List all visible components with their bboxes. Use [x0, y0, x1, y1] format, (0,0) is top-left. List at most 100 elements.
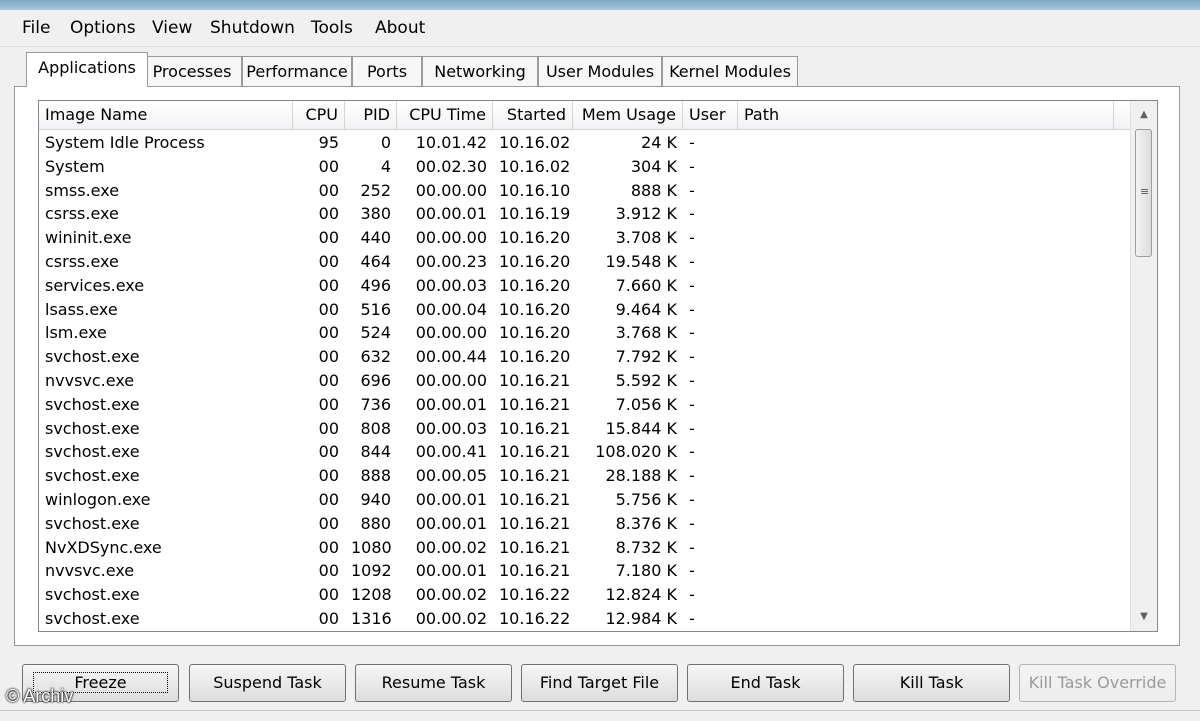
suspend-task-button[interactable]: Suspend Task: [189, 664, 346, 702]
menu-shutdown[interactable]: Shutdown: [210, 18, 295, 38]
cell-user: -: [689, 442, 695, 462]
tab-applications[interactable]: Applications: [26, 52, 148, 87]
action-buttons: Freeze Suspend Task Resume Task Find Tar…: [0, 664, 1200, 704]
cell-cpu-time: 00.00.01: [415, 513, 487, 533]
cell-cpu: 00: [318, 394, 339, 414]
table-row[interactable]: csrss.exe 00 380 00.00.01 10.16.19 3.912 K-: [39, 202, 1133, 226]
table-row[interactable]: svchost.exe 00 880 00.00.01 10.16.21 8.376 K-: [39, 512, 1133, 536]
cell-cpu-time: 00.00.00: [415, 323, 487, 343]
cell-image-name: csrss.exe: [45, 251, 119, 271]
table-row[interactable]: NvXDSync.exe 00 1080 00.00.02 10.16.21 8.732 …: [39, 536, 1133, 560]
table-row[interactable]: svchost.exe 00 1316 00.00.02 10.16.22 12.984 …: [39, 607, 1133, 631]
end-task-button[interactable]: End Task: [687, 664, 844, 702]
table-row[interactable]: svchost.exe 00 1208 00.00.02 10.16.22 12.824 …: [39, 583, 1133, 607]
menu-file[interactable]: File: [22, 18, 50, 38]
cell-cpu-time: 00.02.30: [415, 156, 487, 176]
table-row[interactable]: winlogon.exe 00 940 00.00.01 10.16.21 5.756 K…: [39, 488, 1133, 512]
cell-mem-usage: 3.912 K: [615, 204, 677, 224]
column-image-name[interactable]: Image Name: [39, 101, 293, 129]
kill-task-button[interactable]: Kill Task: [853, 664, 1010, 702]
tab-user-modules[interactable]: User Modules: [538, 56, 662, 86]
cell-user: -: [689, 180, 695, 200]
find-target-file-button[interactable]: Find Target File: [521, 664, 678, 702]
vertical-scrollbar[interactable]: ▲ ≡ ▼: [1130, 101, 1157, 631]
menu-about[interactable]: About: [375, 18, 425, 38]
menu-options[interactable]: Options: [70, 18, 136, 38]
cell-user: -: [689, 608, 695, 628]
cell-pid: 844: [360, 442, 391, 462]
cell-mem-usage: 3.768 K: [615, 323, 677, 343]
menu-tools[interactable]: Tools: [311, 18, 353, 38]
cell-mem-usage: 8.376 K: [615, 513, 677, 533]
column-mem-usage[interactable]: Mem Usage: [573, 101, 683, 129]
menu-view[interactable]: View: [152, 18, 192, 38]
cell-mem-usage: 15.844 K: [605, 418, 677, 438]
table-row[interactable]: System 00 4 00.02.30 10.16.02 304 K-: [39, 155, 1133, 179]
cell-pid: 0: [380, 133, 391, 152]
cell-started: 10.16.02: [499, 133, 571, 152]
tab-ports[interactable]: Ports: [352, 56, 422, 86]
cell-image-name: winlogon.exe: [45, 489, 151, 509]
table-row[interactable]: svchost.exe 00 736 00.00.01 10.16.21 7.056 K-: [39, 393, 1133, 417]
tab-kernel-modules[interactable]: Kernel Modules: [662, 56, 798, 86]
cell-pid: 888: [360, 466, 391, 486]
table-row[interactable]: System Idle Process 95 0 10.01.42 10.16.02 24…: [39, 131, 1133, 155]
table-row[interactable]: nvvsvc.exe 00 696 00.00.00 10.16.21 5.592 K-: [39, 369, 1133, 393]
status-bar: [0, 710, 1200, 721]
cell-started: 10.16.20: [499, 251, 571, 271]
cell-path: [738, 226, 1114, 250]
cell-cpu-time: 00.00.02: [415, 537, 487, 557]
column-cpu[interactable]: CPU: [293, 101, 345, 129]
table-row[interactable]: nvvsvc.exe 00 1092 00.00.01 10.16.21 7.180 K-: [39, 559, 1133, 583]
resume-task-button[interactable]: Resume Task: [355, 664, 512, 702]
cell-path: [738, 250, 1114, 274]
column-cpu-time[interactable]: CPU Time: [397, 101, 493, 129]
triangle-down-icon[interactable]: ▼: [1131, 605, 1157, 629]
list-rows: System Idle Process 95 0 10.01.42 10.16.02 24…: [39, 131, 1133, 631]
cell-cpu-time: 00.00.04: [415, 299, 487, 319]
cell-cpu-time: 00.00.00: [415, 180, 487, 200]
table-row[interactable]: svchost.exe 00 844 00.00.41 10.16.21 108.020 …: [39, 440, 1133, 464]
column-pid[interactable]: PID: [345, 101, 397, 129]
cell-pid: 696: [360, 370, 391, 390]
cell-image-name: svchost.exe: [45, 466, 140, 486]
tab-processes[interactable]: Processes: [142, 56, 242, 86]
column-path[interactable]: Path: [738, 101, 1114, 129]
tab-networking[interactable]: Networking: [422, 56, 538, 86]
cell-pid: 252: [360, 180, 391, 200]
table-row[interactable]: svchost.exe 00 632 00.00.44 10.16.20 7.792 K-: [39, 345, 1133, 369]
table-row[interactable]: wininit.exe 00 440 00.00.00 10.16.20 3.708 K-: [39, 226, 1133, 250]
table-row[interactable]: csrss.exe 00 464 00.00.23 10.16.20 19.548 K-: [39, 250, 1133, 274]
cell-cpu-time: 00.00.02: [415, 608, 487, 628]
cell-started: 10.16.02: [499, 156, 571, 176]
column-started[interactable]: Started: [493, 101, 573, 129]
table-row[interactable]: smss.exe 00 252 00.00.00 10.16.10 888 K-: [39, 179, 1133, 203]
tab-performance[interactable]: Performance: [242, 56, 352, 86]
cell-user: -: [689, 204, 695, 224]
cell-image-name: svchost.exe: [45, 608, 140, 628]
triangle-up-icon[interactable]: ▲: [1131, 103, 1157, 127]
cell-started: 10.16.20: [499, 228, 571, 248]
table-row[interactable]: services.exe 00 496 00.00.03 10.16.20 7.660 K…: [39, 274, 1133, 298]
cell-user: -: [689, 466, 695, 486]
cell-mem-usage: 108.020 K: [595, 442, 677, 462]
cell-image-name: lsm.exe: [45, 323, 107, 343]
cell-cpu-time: 00.00.00: [415, 370, 487, 390]
table-row[interactable]: svchost.exe 00 888 00.00.05 10.16.21 28.188 K…: [39, 464, 1133, 488]
window-titlebar: [0, 0, 1200, 10]
cell-cpu: 00: [318, 347, 339, 367]
table-row[interactable]: lsass.exe 00 516 00.00.04 10.16.20 9.464 K-: [39, 298, 1133, 322]
cell-cpu: 00: [318, 418, 339, 438]
cell-image-name: System: [45, 156, 105, 176]
cell-cpu-time: 00.00.01: [415, 489, 487, 509]
cell-path: [738, 536, 1114, 560]
process-list[interactable]: Image Name CPU PID CPU Time Started Mem …: [38, 100, 1158, 632]
cell-cpu-time: 00.00.05: [415, 466, 487, 486]
column-user[interactable]: User: [683, 101, 738, 129]
scroll-thumb[interactable]: ≡: [1135, 129, 1152, 257]
table-row[interactable]: lsm.exe 00 524 00.00.00 10.16.20 3.768 K-: [39, 321, 1133, 345]
cell-mem-usage: 888 K: [630, 180, 677, 200]
cell-image-name: csrss.exe: [45, 204, 119, 224]
cell-started: 10.16.21: [499, 370, 571, 390]
table-row[interactable]: svchost.exe 00 808 00.00.03 10.16.21 15.844 K…: [39, 417, 1133, 441]
